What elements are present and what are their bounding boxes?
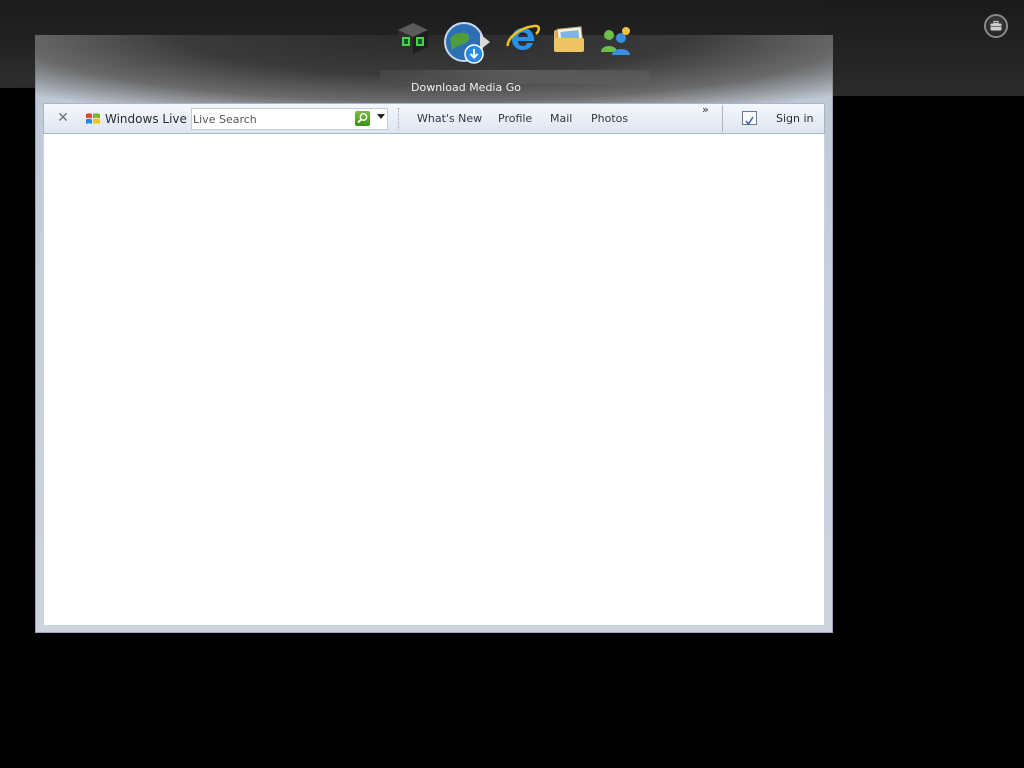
media-cube-icon[interactable]: [394, 20, 432, 58]
more-links-button[interactable]: »: [702, 104, 709, 116]
toolbar-separator: [398, 108, 400, 130]
windows-logo-icon: [86, 113, 100, 124]
media-go-globe-icon[interactable]: [442, 20, 490, 68]
messenger-icon[interactable]: [596, 22, 634, 60]
whats-new-link[interactable]: What's New: [417, 111, 482, 127]
chevron-down-icon: [377, 114, 385, 119]
dock-caption: Download Media Go: [411, 81, 521, 94]
profile-link[interactable]: Profile: [498, 111, 532, 127]
browser-content-area: [43, 134, 825, 625]
sign-in-link[interactable]: Sign in: [776, 111, 814, 127]
photo-folder-icon[interactable]: [550, 22, 588, 60]
mail-link[interactable]: Mail: [550, 111, 572, 127]
live-search-input[interactable]: [193, 111, 348, 127]
windows-live-label[interactable]: Windows Live: [105, 111, 187, 127]
photos-link[interactable]: Photos: [591, 111, 628, 127]
briefcase-icon: [990, 21, 1002, 31]
checkmark-icon: [745, 116, 754, 126]
search-options-dropdown[interactable]: [376, 112, 386, 124]
search-icon: [357, 113, 368, 124]
status-checkbox[interactable]: [742, 111, 757, 126]
app-dock: [380, 18, 650, 84]
search-go-button[interactable]: [355, 111, 370, 126]
internet-explorer-icon[interactable]: [504, 20, 542, 58]
close-toolbar-button[interactable]: ✕: [56, 110, 70, 126]
toolbar-divider: [722, 105, 723, 132]
profile-button[interactable]: [984, 14, 1008, 38]
